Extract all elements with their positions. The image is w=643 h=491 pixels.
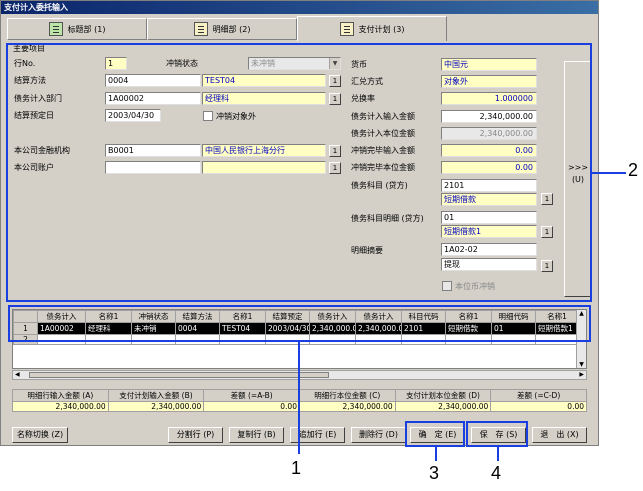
totals-value: 0.00: [490, 401, 587, 412]
tab-header[interactable]: 标题部 (1): [7, 18, 147, 40]
tab-payment-plan-label: 支付计划 (3): [358, 24, 405, 34]
totals-header: 差额 (=A-B): [203, 389, 300, 402]
name-switch-button[interactable]: 名称切换 (Z): [12, 427, 68, 443]
callout-line-1: [298, 342, 300, 454]
tab-details[interactable]: 明细部 (2): [147, 18, 297, 40]
tab-payment-plan[interactable]: 支付计划 (3): [297, 16, 447, 41]
tab-details-label: 明细部 (2): [212, 24, 251, 34]
callout-number-1: 1: [291, 458, 302, 478]
callout-number-3: 3: [429, 463, 440, 483]
highlight-box-grid: [8, 305, 591, 342]
highlight-box-form: [6, 43, 592, 302]
highlight-box-confirm: [405, 421, 465, 447]
callout-number-2: 2: [628, 160, 639, 180]
delete-row-button[interactable]: 删除行 (D): [351, 427, 406, 443]
totals-header: 支付计划输入金额 (B): [107, 389, 205, 402]
totals-header: 明细行输入金额 (A): [12, 389, 109, 402]
split-row-button[interactable]: 分割行 (P): [168, 427, 223, 443]
book-icon: [48, 22, 63, 36]
document-icon: [193, 22, 208, 36]
callout-line-2: [592, 172, 626, 174]
highlight-box-save: [466, 421, 528, 447]
scroll-right-icon[interactable]: ▶: [579, 371, 584, 378]
document-icon: [339, 22, 354, 36]
scroll-thumb[interactable]: [29, 372, 329, 378]
totals-value: 2,340,000.00: [12, 401, 109, 412]
callout-line-4: [497, 447, 499, 461]
tab-header-label: 标题部 (1): [67, 24, 106, 34]
totals-header: 差额 (=C-D): [490, 389, 587, 402]
window-title: 支付计入委托输入: [1, 1, 598, 14]
scroll-down-icon[interactable]: ▼: [577, 361, 586, 368]
totals-value: 0.00: [203, 401, 300, 412]
callout-number-4: 4: [491, 463, 502, 483]
copy-row-button[interactable]: 复制行 (B): [229, 427, 284, 443]
totals-value: 2,340,000.00: [107, 401, 205, 412]
totals-header: 支付计划本位金额 (D): [394, 389, 492, 402]
exit-button[interactable]: 退 出 (X): [532, 427, 587, 443]
totals-header: 明细行本位金额 (C): [298, 389, 396, 402]
scroll-left-icon[interactable]: ◀: [15, 371, 20, 378]
totals-value: 2,340,000.00: [394, 401, 492, 412]
callout-line-3: [435, 447, 437, 461]
totals-value: 2,340,000.00: [298, 401, 396, 412]
tab-bar: 标题部 (1) 明细部 (2) 支付计划 (3): [1, 15, 598, 41]
